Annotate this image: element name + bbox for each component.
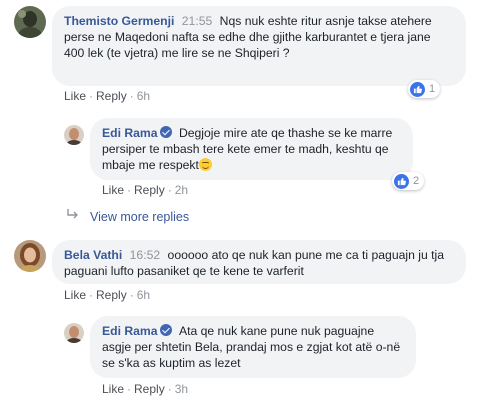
reply-arrow-icon	[67, 209, 78, 219]
avatar-bela-vathi[interactable]	[14, 240, 46, 272]
comment-bubble-2: Bela Vathi 16:52 oooooo ato qe nuk kan p…	[52, 240, 466, 284]
reply-bubble-1: Edi Rama Degjoje mire ate qe thashe se k…	[90, 118, 413, 180]
avatar-edi-rama[interactable]	[64, 125, 84, 145]
like-link[interactable]: Like	[102, 382, 124, 396]
author-name[interactable]: Edi Rama	[102, 324, 158, 338]
reply-age[interactable]: 3h	[175, 382, 188, 396]
thumbs-up-icon	[394, 173, 409, 189]
reply-link[interactable]: Reply	[96, 89, 127, 103]
comment-bubble-1: Themisto Germenji 21:55 Nqs nuk eshte ri…	[52, 6, 466, 86]
author-name[interactable]: Themisto Germenji	[64, 14, 174, 28]
like-link[interactable]: Like	[64, 89, 86, 103]
avatar-themisto[interactable]	[14, 6, 46, 38]
reaction-count[interactable]: 2	[392, 172, 425, 190]
comment-actions: Like · Reply · 6h	[64, 89, 151, 103]
reply-link[interactable]: Reply	[134, 382, 165, 396]
smiling-face-emoji-icon	[198, 158, 212, 171]
view-more-replies-link[interactable]: View more replies	[90, 210, 189, 224]
reaction-count[interactable]: 1	[408, 80, 441, 98]
reply-actions: Like · Reply · 2h	[102, 183, 189, 197]
reply-bubble-2: Edi Rama Ata qe nuk kane pune nuk paguaj…	[90, 316, 416, 378]
comment-age[interactable]: 6h	[137, 288, 150, 302]
reaction-number: 1	[429, 83, 436, 95]
like-link[interactable]: Like	[64, 288, 86, 302]
reply-link[interactable]: Reply	[134, 183, 165, 197]
avatar-edi-rama[interactable]	[64, 323, 84, 343]
like-link[interactable]: Like	[102, 183, 124, 197]
comment-time: 16:52	[129, 248, 161, 262]
verified-badge-icon	[159, 126, 172, 138]
reply-link[interactable]: Reply	[96, 288, 127, 302]
thumbs-up-icon	[410, 81, 425, 97]
reaction-number: 2	[413, 175, 420, 187]
comment-actions: Like · Reply · 6h	[64, 288, 151, 302]
reply-actions: Like · Reply · 3h	[102, 382, 189, 396]
author-name[interactable]: Bela Vathi	[64, 248, 122, 262]
author-name[interactable]: Edi Rama	[102, 126, 158, 140]
comment-age[interactable]: 6h	[137, 89, 150, 103]
reply-age[interactable]: 2h	[175, 183, 188, 197]
comment-time: 21:55	[181, 14, 213, 28]
verified-badge-icon	[159, 324, 172, 336]
